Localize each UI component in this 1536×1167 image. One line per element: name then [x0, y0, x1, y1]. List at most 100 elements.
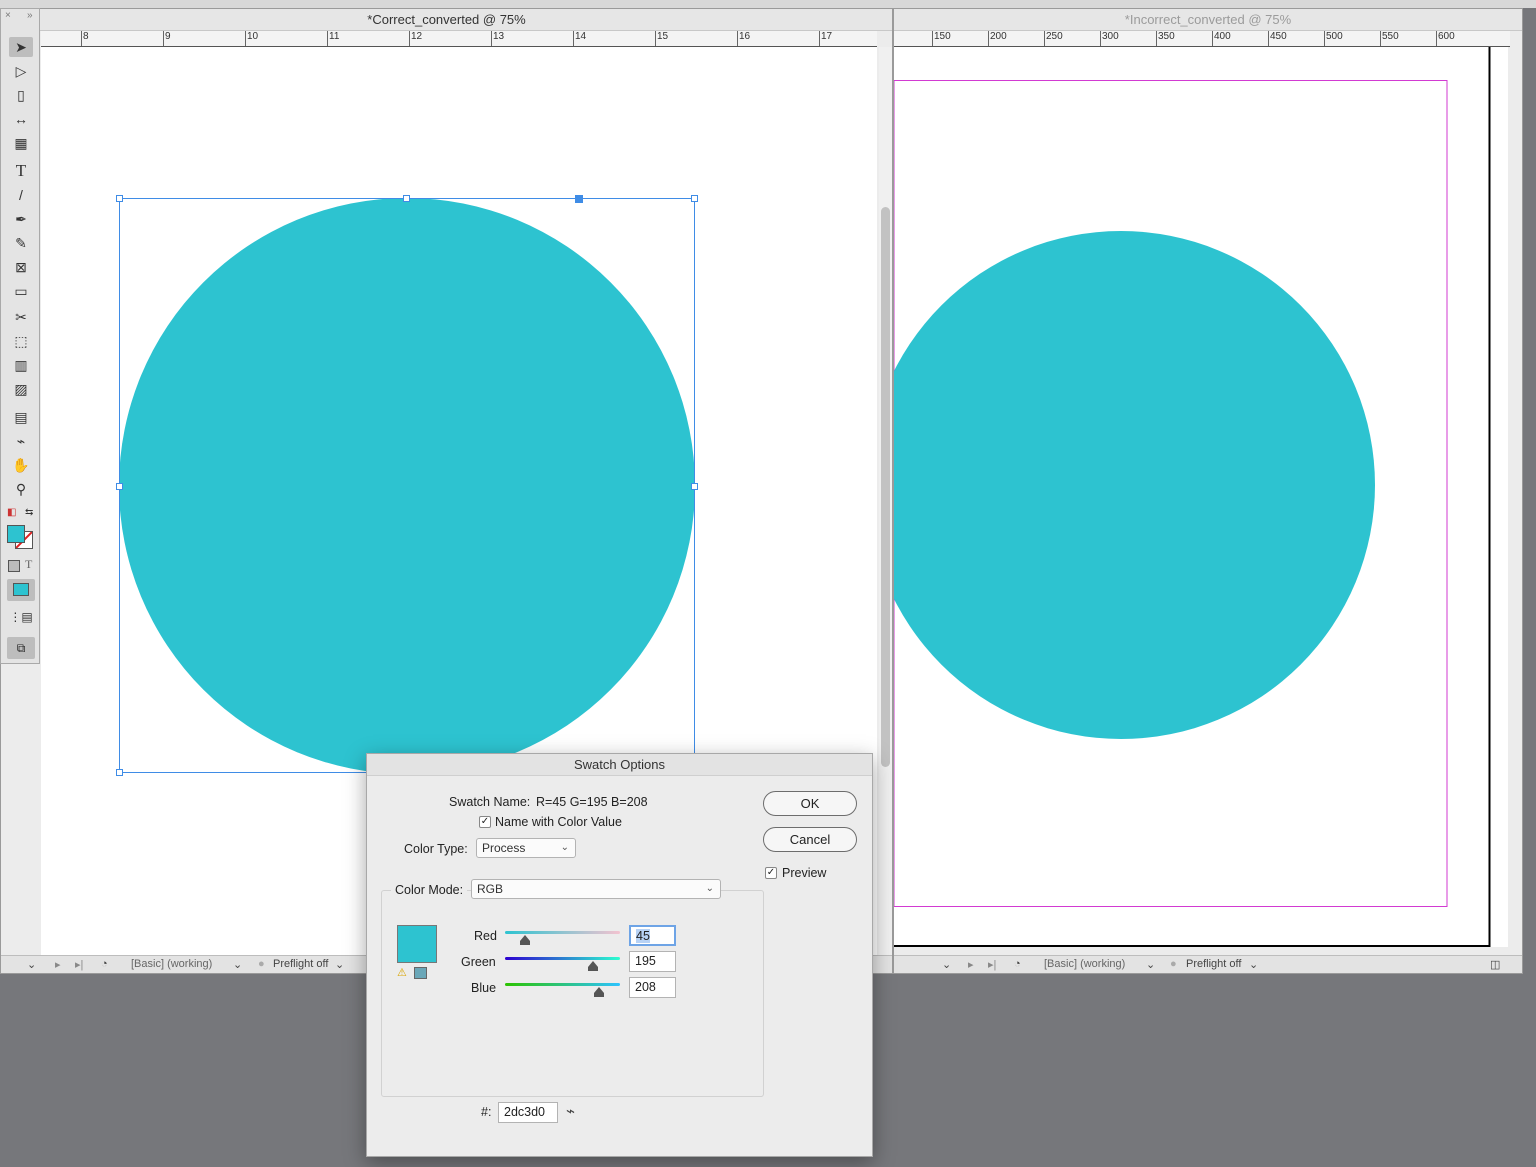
cancel-button[interactable]: Cancel	[763, 827, 857, 852]
chevron-down-icon[interactable]: ⌄	[233, 958, 242, 971]
out-of-gamut-warning-icon[interactable]: ⚠	[397, 966, 407, 979]
gradient-feather-tool-icon[interactable]: ▨	[9, 379, 33, 399]
ruler-label: 250	[1046, 31, 1063, 42]
vertical-scrollbar[interactable]	[879, 47, 892, 955]
document-window-incorrect: *Incorrect_converted @ 75% 150 200 250 3…	[893, 8, 1523, 974]
window-title: *Incorrect_converted @ 75%	[894, 9, 1522, 31]
preflight-label[interactable]: Preflight off	[273, 958, 328, 970]
blue-label: Blue	[471, 981, 497, 995]
ok-button[interactable]: OK	[763, 791, 857, 816]
gamut-correction-swatch[interactable]	[414, 967, 427, 979]
green-label: Green	[461, 955, 496, 969]
artwork	[894, 47, 1491, 947]
preflight-status-icon: ●	[258, 958, 265, 970]
ruler-label: 16	[739, 31, 751, 42]
window-title: *Correct_converted @ 75%	[1, 9, 892, 31]
direct-selection-tool-icon[interactable]: ▷	[9, 61, 33, 81]
pen-tool-icon[interactable]: ✒	[9, 209, 33, 229]
chevron-down-icon[interactable]: ⌄	[942, 958, 951, 971]
apply-color-button[interactable]	[7, 579, 35, 601]
ruler-label: 150	[934, 31, 951, 42]
red-value: 45	[636, 929, 650, 943]
page-tool-icon[interactable]: ▯	[9, 85, 33, 105]
ruler-label: 550	[1382, 31, 1399, 42]
ruler-label: 350	[1158, 31, 1175, 42]
color-preview-swatch	[397, 925, 437, 963]
zoom-tool-icon[interactable]: ⚲	[9, 479, 33, 499]
eyedropper-icon[interactable]: ⌁	[566, 1102, 575, 1120]
name-with-color-value-checkbox[interactable]: ✓	[479, 816, 491, 828]
selection-tool-icon[interactable]: ➤	[9, 37, 33, 57]
line-tool-icon[interactable]: /	[9, 185, 33, 205]
workspace-label[interactable]: [Basic] (working)	[1044, 958, 1125, 970]
content-collector-tool-icon[interactable]: ▦	[9, 133, 33, 153]
note-tool-icon[interactable]: ▤	[9, 407, 33, 427]
fill-swatch[interactable]	[7, 525, 25, 543]
green-slider-thumb[interactable]	[587, 961, 598, 971]
screen-mode-icon[interactable]: ⋮▤	[9, 607, 33, 627]
rectangle-tool-icon[interactable]: ▭	[9, 281, 33, 301]
green-field[interactable]: 195	[629, 951, 676, 972]
rectangle-frame-tool-icon[interactable]: ⊠	[9, 257, 33, 277]
chevron-down-icon[interactable]: ⌄	[335, 958, 344, 971]
swatch-name-value: R=45 G=195 B=208	[536, 795, 648, 809]
ruler-label: 450	[1270, 31, 1287, 42]
scissors-tool-icon[interactable]: ✂	[9, 307, 33, 327]
top-strip	[0, 0, 1536, 8]
last-page-icon[interactable]: ▸|	[75, 958, 83, 971]
formatting-container-icon[interactable]	[8, 560, 20, 572]
close-icon[interactable]: ×	[5, 10, 11, 21]
canvas[interactable]	[894, 47, 1508, 947]
open-page-icon[interactable]: ◔	[1014, 958, 1021, 970]
ruler-label: 500	[1326, 31, 1343, 42]
horizontal-ruler[interactable]: 150 200 250 300 350 400 450 500 550 600	[894, 31, 1510, 47]
green-slider[interactable]	[505, 957, 620, 960]
red-slider-thumb[interactable]	[520, 935, 531, 945]
color-mode-group	[381, 890, 764, 1097]
swatch-name-label: Swatch Name:	[449, 795, 531, 809]
view-mode-button[interactable]: ⧉	[7, 637, 35, 659]
blue-field[interactable]: 208	[629, 977, 676, 998]
next-page-icon[interactable]: ▸	[968, 958, 974, 971]
color-type-label: Color Type:	[404, 842, 468, 856]
gap-tool-icon[interactable]: ↔	[9, 109, 33, 129]
split-window-icon[interactable]: ◫	[1490, 958, 1500, 971]
scrollbar-thumb[interactable]	[881, 207, 890, 767]
preview-checkbox[interactable]: ✓	[765, 867, 777, 879]
horizontal-ruler[interactable]: 8 9 10 11 12 13 14 15 16 17	[41, 31, 877, 47]
workspace-label[interactable]: [Basic] (working)	[131, 958, 212, 970]
blue-slider[interactable]	[505, 983, 620, 986]
color-type-select[interactable]: Process ⌄	[476, 838, 576, 858]
dialog-title: Swatch Options	[367, 754, 872, 776]
hex-field[interactable]: 2dc3d0	[498, 1102, 558, 1123]
red-slider[interactable]	[505, 931, 620, 934]
next-page-icon[interactable]: ▸	[55, 958, 61, 971]
free-transform-tool-icon[interactable]: ⬚	[9, 331, 33, 351]
hand-tool-icon[interactable]: ✋	[9, 455, 33, 475]
preflight-label[interactable]: Preflight off	[1186, 958, 1241, 970]
type-tool-icon[interactable]: T	[9, 161, 33, 181]
formatting-text-icon[interactable]: T	[25, 557, 32, 572]
ruler-label: 400	[1214, 31, 1231, 42]
collapse-icon[interactable]: »	[27, 10, 33, 21]
preview-label: Preview	[782, 866, 827, 880]
tools-panel: × » ➤ ▷ ▯ ↔ ▦ T / ✒ ✎ ⊠ ▭ ✂ ⬚ ▥ ▨ ▤ ⌁ ✋ …	[0, 8, 40, 664]
open-page-icon[interactable]: ◔	[101, 958, 108, 970]
chevron-down-icon[interactable]: ⌄	[1146, 958, 1155, 971]
circle-shape	[119, 198, 695, 774]
chevron-down-icon: ⌄	[560, 842, 569, 853]
swatch-options-dialog: Swatch Options Swatch Name: R=45 G=195 B…	[366, 753, 873, 1157]
pencil-tool-icon[interactable]: ✎	[9, 233, 33, 253]
blue-slider-thumb[interactable]	[593, 987, 604, 997]
red-field[interactable]: 45	[629, 925, 676, 946]
chevron-down-icon[interactable]: ⌄	[1249, 958, 1258, 971]
ruler-label: 11	[329, 31, 340, 42]
default-colors-icon[interactable]: ◧	[7, 507, 16, 518]
swap-colors-icon[interactable]: ⇆	[25, 507, 33, 518]
page-dropdown-icon[interactable]: ⌄	[27, 958, 36, 971]
eyedropper-tool-icon[interactable]: ⌁	[9, 431, 33, 451]
last-page-icon[interactable]: ▸|	[988, 958, 996, 971]
hex-label: #:	[481, 1105, 492, 1119]
gradient-swatch-tool-icon[interactable]: ▥	[9, 355, 33, 375]
color-mode-select[interactable]: RGB ⌄	[471, 879, 721, 899]
